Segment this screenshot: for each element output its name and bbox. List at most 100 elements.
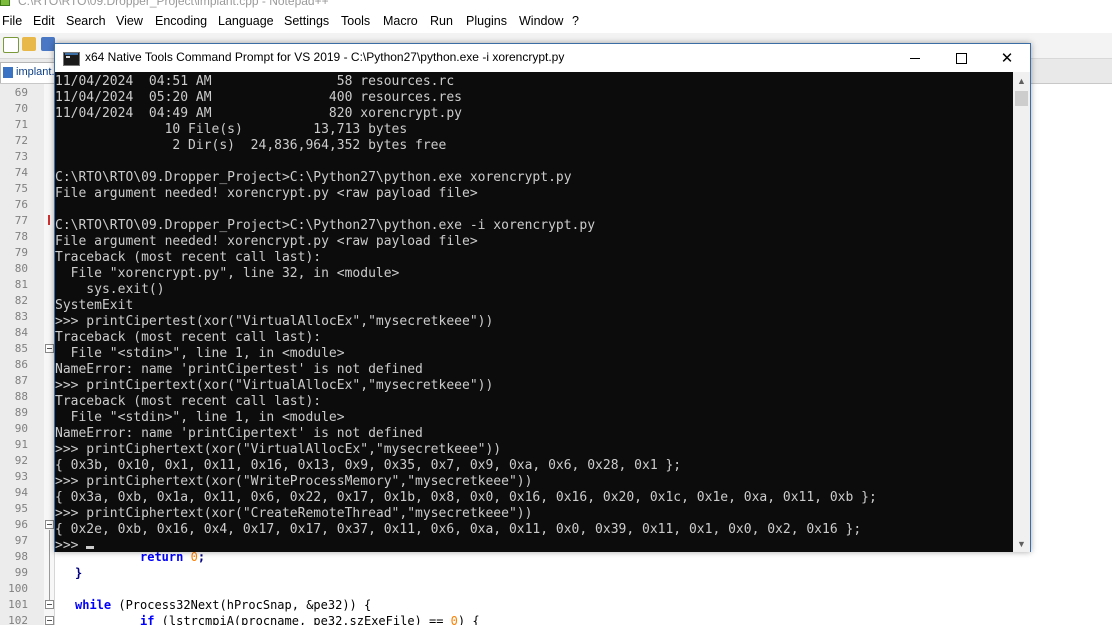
code-number: 0 xyxy=(450,614,458,625)
console-line: 11/04/2024 05:20 AM 400 resources.res xyxy=(55,90,462,105)
line-number: 76 xyxy=(14,198,28,211)
code-keyword: while xyxy=(75,598,112,612)
maximize-icon xyxy=(955,52,967,64)
line-number: 94 xyxy=(14,486,28,499)
notepad-app-icon xyxy=(0,0,10,6)
save-icon[interactable] xyxy=(41,37,55,51)
menu-help[interactable]: ? xyxy=(572,14,579,28)
code-operator: ; xyxy=(197,550,206,564)
code-text: ) { xyxy=(457,614,480,625)
line-number: 98 xyxy=(14,550,28,563)
desktop: C:\RTO\RTO\09.Dropper_Project\implant.cp… xyxy=(0,0,1112,625)
code-keyword: return xyxy=(140,550,184,564)
menu-macro[interactable]: Macro xyxy=(383,14,418,28)
line-number: 95 xyxy=(14,502,28,515)
scrollbar-thumb[interactable] xyxy=(1015,91,1028,106)
code-line-99: } xyxy=(75,566,82,580)
console-line: C:\RTO\RTO\09.Dropper_Project>C:\Python2… xyxy=(55,170,572,185)
change-marker xyxy=(48,215,50,225)
minimize-icon xyxy=(910,57,920,59)
open-file-icon[interactable] xyxy=(22,37,36,51)
line-number: 74 xyxy=(14,166,28,179)
console-line: 11/04/2024 04:49 AM 820 xorencrypt.py xyxy=(55,106,462,121)
console-line: Traceback (most recent call last): xyxy=(55,330,322,345)
console-line: >>> printCipertext(xor("VirtualAllocEx",… xyxy=(55,378,494,393)
console-line: Traceback (most recent call last): xyxy=(55,250,322,265)
line-number: 97 xyxy=(14,534,28,547)
notepad-menu-bar: File Edit Search View Encoding Language … xyxy=(0,12,1112,32)
scroll-down-icon[interactable]: ▼ xyxy=(1013,535,1030,552)
line-number: 71 xyxy=(14,118,28,131)
console-title-bar[interactable]: x64 Native Tools Command Prompt for VS 2… xyxy=(55,44,1030,72)
fold-toggle-icon[interactable] xyxy=(45,600,54,609)
menu-settings[interactable]: Settings xyxy=(284,14,329,28)
line-number: 69 xyxy=(14,86,28,99)
menu-encoding[interactable]: Encoding xyxy=(155,14,207,28)
console-scrollbar[interactable]: ▲ ▼ xyxy=(1013,72,1030,552)
new-file-icon[interactable] xyxy=(3,37,19,53)
menu-edit[interactable]: Edit xyxy=(33,14,55,28)
line-number: 75 xyxy=(14,182,28,195)
line-number: 90 xyxy=(14,422,28,435)
line-number: 99 xyxy=(14,566,28,579)
console-app-icon xyxy=(63,52,80,66)
console-line: SystemExit xyxy=(55,298,134,313)
code-number: 0 xyxy=(190,550,198,564)
line-number: 93 xyxy=(14,470,28,483)
menu-file[interactable]: File xyxy=(2,14,22,28)
line-number: 92 xyxy=(14,454,28,467)
minimize-button[interactable] xyxy=(892,44,938,72)
console-line: { 0x3a, 0xb, 0x1a, 0x11, 0x6, 0x22, 0x17… xyxy=(55,490,877,505)
console-line: Traceback (most recent call last): xyxy=(55,394,322,409)
code-line-101: while (Process32Next(hProcSnap, &pe32)) … xyxy=(75,598,371,612)
console-line: >>> printCiphertext(xor("CreateRemoteThr… xyxy=(55,506,533,521)
line-number: 78 xyxy=(14,230,28,243)
console-text: 11/04/2024 04:51 AM 58 resources.rc 11/0… xyxy=(55,74,877,552)
console-line: >>> printCiphertext(xor("WriteProcessMem… xyxy=(55,474,533,489)
console-output[interactable]: 11/04/2024 04:51 AM 58 resources.rc 11/0… xyxy=(55,72,1015,552)
tab-label: implant.c xyxy=(16,66,58,78)
text-cursor xyxy=(86,546,95,549)
menu-run[interactable]: Run xyxy=(430,14,453,28)
line-number: 88 xyxy=(14,390,28,403)
file-tab-icon xyxy=(3,67,13,78)
fold-guide-line xyxy=(49,530,50,600)
command-prompt-window[interactable]: x64 Native Tools Command Prompt for VS 2… xyxy=(54,43,1031,552)
menu-tools[interactable]: Tools xyxy=(341,14,370,28)
console-line: >>> printCiphertext(xor("VirtualAllocEx"… xyxy=(55,442,502,457)
console-line: C:\RTO\RTO\09.Dropper_Project>C:\Python2… xyxy=(55,218,596,233)
maximize-button[interactable] xyxy=(938,44,984,72)
console-line: File "<stdin>", line 1, in <module> xyxy=(70,346,345,361)
console-line: File argument needed! xorencrypt.py <raw… xyxy=(55,186,478,201)
menu-search[interactable]: Search xyxy=(66,14,106,28)
line-number: 96 xyxy=(14,518,28,531)
line-number: 77 xyxy=(14,214,28,227)
line-number: 72 xyxy=(14,134,28,147)
console-line: File "xorencrypt.py", line 32, in <modul… xyxy=(70,266,400,281)
line-number: 79 xyxy=(14,246,28,259)
line-number: 70 xyxy=(14,102,28,115)
menu-view[interactable]: View xyxy=(116,14,143,28)
line-number: 100 xyxy=(8,582,28,595)
menu-language[interactable]: Language xyxy=(218,14,274,28)
console-line: 10 File(s) 13,713 bytes xyxy=(164,122,408,137)
console-window-title: x64 Native Tools Command Prompt for VS 2… xyxy=(85,50,565,64)
console-line: { 0x2e, 0xb, 0x16, 0x4, 0x17, 0x17, 0x37… xyxy=(55,522,862,537)
code-line-102: if (lstrcmpiA(procname, pe32.szExeFile) … xyxy=(140,614,480,625)
fold-toggle-icon[interactable] xyxy=(45,616,54,625)
scroll-up-icon[interactable]: ▲ xyxy=(1013,72,1030,89)
line-number: 80 xyxy=(14,262,28,275)
close-button[interactable]: ✕ xyxy=(984,44,1030,72)
fold-toggle-icon[interactable] xyxy=(45,344,54,353)
console-line: File argument needed! xorencrypt.py <raw… xyxy=(55,234,478,249)
line-number: 73 xyxy=(14,150,28,163)
menu-plugins[interactable]: Plugins xyxy=(466,14,507,28)
console-lines: 11/04/2024 04:51 AM 58 resources.rc 11/0… xyxy=(55,74,877,537)
code-operator: } xyxy=(75,566,83,580)
console-line: File "<stdin>", line 1, in <module> xyxy=(70,410,345,425)
line-number: 81 xyxy=(14,278,28,291)
fold-toggle-icon[interactable] xyxy=(45,520,54,529)
menu-window[interactable]: Window xyxy=(519,14,563,28)
tab-implant-cpp[interactable]: implant.c xyxy=(0,62,58,83)
console-line: 11/04/2024 04:51 AM 58 resources.rc xyxy=(55,74,455,89)
